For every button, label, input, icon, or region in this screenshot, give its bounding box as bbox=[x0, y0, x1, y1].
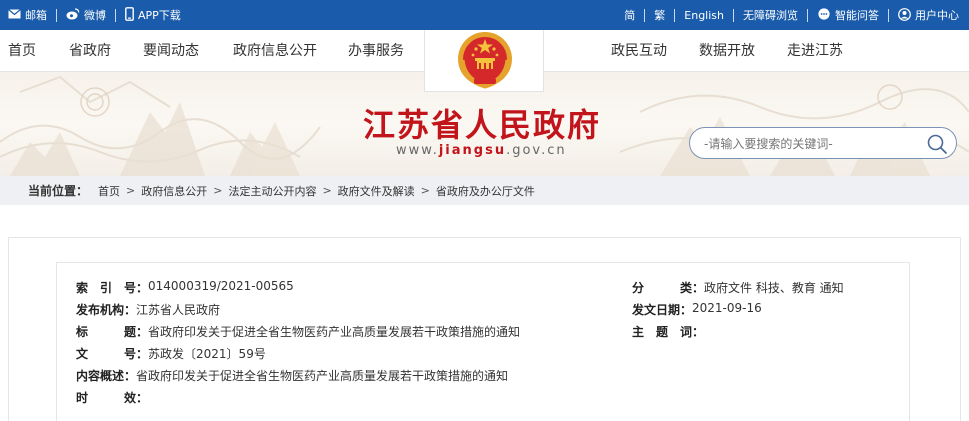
info-key: 内容概述： bbox=[76, 369, 137, 383]
nav-interaction[interactable]: 政民互动 bbox=[611, 30, 667, 72]
info-row-publisher: 发布机构： 江苏省人民政府 bbox=[76, 301, 220, 318]
breadcrumb-bar: 当前位置： 首页 > 政府信息公开 > 法定主动公开内容 > 政府文件及解读 >… bbox=[0, 176, 969, 205]
info-row-summary: 内容概述： 省政府印发关于促进全省生物医药产业高质量发展若干政策措施的通知 bbox=[76, 367, 508, 384]
info-key: 分 类： bbox=[632, 281, 705, 295]
divider bbox=[888, 8, 889, 22]
mail-label: 邮箱 bbox=[25, 9, 47, 22]
nav-home[interactable]: 首页 bbox=[8, 30, 36, 72]
breadcrumb-separator: > bbox=[126, 184, 136, 197]
user-center-link[interactable]: 用户中心 bbox=[898, 7, 959, 23]
info-value: 江苏省人民政府 bbox=[136, 303, 221, 317]
simplified-chinese-link[interactable]: 简 bbox=[624, 7, 635, 23]
info-value: 省政府印发关于促进全省生物医药产业高质量发展若干政策措施的通知 bbox=[148, 325, 521, 339]
english-label: English bbox=[684, 8, 724, 22]
chat-icon bbox=[817, 7, 831, 23]
url-suffix: .gov.cn bbox=[506, 143, 567, 158]
nav-provincial-government[interactable]: 省政府 bbox=[69, 30, 111, 72]
accessibility-label: 无障碍浏览 bbox=[743, 9, 798, 22]
info-key: 发文日期： bbox=[632, 303, 693, 317]
national-emblem-icon bbox=[458, 32, 512, 89]
smart-qa-label: 智能问答 bbox=[835, 9, 879, 22]
divider bbox=[733, 8, 734, 22]
info-row-keywords: 主 题 词： bbox=[632, 323, 704, 340]
traditional-chinese-link[interactable]: 繁 bbox=[654, 7, 665, 23]
mail-link[interactable]: 邮箱 bbox=[8, 7, 47, 23]
weibo-label: 微博 bbox=[84, 9, 106, 22]
search-input[interactable] bbox=[704, 134, 919, 154]
app-download-label: APP下载 bbox=[138, 9, 181, 22]
divider bbox=[56, 8, 57, 22]
info-value: 2021-09-16 bbox=[692, 301, 762, 315]
simplified-label: 简 bbox=[624, 9, 636, 22]
site-title: 江苏省人民政府 bbox=[362, 106, 601, 144]
info-row-doc-number: 文 号： 苏政发〔2021〕59号 bbox=[76, 345, 266, 362]
nav-open-data[interactable]: 数据开放 bbox=[699, 30, 755, 72]
url-domain: jiangsu bbox=[438, 143, 507, 158]
divider bbox=[674, 8, 676, 22]
divider bbox=[807, 8, 808, 22]
url-prefix: www. bbox=[396, 143, 439, 158]
traditional-label: 繁 bbox=[654, 9, 666, 22]
divider bbox=[644, 8, 646, 22]
nav-government-info[interactable]: 政府信息公开 bbox=[233, 30, 317, 72]
info-row-index: 索 引 号： 014000319/2021-00565 bbox=[76, 279, 294, 296]
breadcrumb-separator: > bbox=[213, 184, 223, 197]
info-key: 时 效： bbox=[76, 391, 149, 405]
divider bbox=[115, 8, 116, 22]
english-link[interactable]: English bbox=[684, 9, 724, 22]
emblem-tab bbox=[424, 30, 544, 92]
info-key: 文 号： bbox=[76, 347, 149, 361]
info-value: 014000319/2021-00565 bbox=[148, 279, 294, 293]
info-row-validity: 时 效： bbox=[76, 389, 148, 406]
breadcrumb-documents[interactable]: 政府文件及解读 bbox=[338, 183, 415, 199]
search-icon bbox=[927, 134, 947, 154]
info-value: 苏政发〔2021〕59号 bbox=[148, 347, 266, 361]
search-box bbox=[689, 127, 957, 159]
info-key: 索 引 号： bbox=[76, 281, 149, 295]
mail-icon bbox=[8, 9, 21, 21]
site-url: www.jiangsu.gov.cn bbox=[396, 143, 567, 158]
breadcrumb: 当前位置： 首页 > 政府信息公开 > 法定主动公开内容 > 政府文件及解读 >… bbox=[28, 176, 535, 205]
info-row-date: 发文日期： 2021-09-16 bbox=[632, 301, 762, 318]
breadcrumb-gov-info[interactable]: 政府信息公开 bbox=[141, 183, 207, 199]
nav-about-jiangsu[interactable]: 走进江苏 bbox=[787, 30, 843, 72]
weibo-link[interactable]: 微博 bbox=[66, 7, 106, 23]
top-utility-bar: 邮箱 微博 APP下载 简 繁 English 无障碍浏览 智能问答 用户中心 bbox=[0, 0, 969, 30]
info-key: 标 题： bbox=[76, 325, 149, 339]
breadcrumb-current[interactable]: 省政府及办公厅文件 bbox=[436, 183, 535, 199]
top-bar-right: 简 繁 English 无障碍浏览 智能问答 用户中心 bbox=[624, 0, 959, 30]
info-value: 政府文件 科技、教育 通知 bbox=[704, 281, 844, 295]
user-center-label: 用户中心 bbox=[915, 9, 959, 22]
breadcrumb-separator: > bbox=[322, 184, 332, 197]
top-bar-left: 邮箱 微博 APP下载 bbox=[8, 0, 181, 30]
info-row-category: 分 类： 政府文件 科技、教育 通知 bbox=[632, 279, 844, 296]
nav-services[interactable]: 办事服务 bbox=[348, 30, 404, 72]
breadcrumb-label: 当前位置： bbox=[28, 184, 89, 198]
phone-icon bbox=[125, 7, 134, 23]
breadcrumb-separator: > bbox=[420, 184, 430, 197]
info-key: 发布机构： bbox=[76, 303, 137, 317]
user-icon bbox=[898, 7, 911, 23]
info-value: 省政府印发关于促进全省生物医药产业高质量发展若干政策措施的通知 bbox=[136, 369, 509, 383]
nav-news[interactable]: 要闻动态 bbox=[143, 30, 199, 72]
info-row-title: 标 题： 省政府印发关于促进全省生物医药产业高质量发展若干政策措施的通知 bbox=[76, 323, 520, 340]
search-button[interactable] bbox=[926, 133, 948, 155]
accessibility-link[interactable]: 无障碍浏览 bbox=[743, 7, 798, 23]
info-key: 主 题 词： bbox=[632, 325, 705, 339]
breadcrumb-home[interactable]: 首页 bbox=[98, 183, 120, 199]
weibo-icon bbox=[66, 8, 80, 22]
smart-qa-link[interactable]: 智能问答 bbox=[817, 7, 879, 23]
app-download-link[interactable]: APP下载 bbox=[125, 7, 181, 23]
breadcrumb-statutory[interactable]: 法定主动公开内容 bbox=[228, 183, 316, 199]
